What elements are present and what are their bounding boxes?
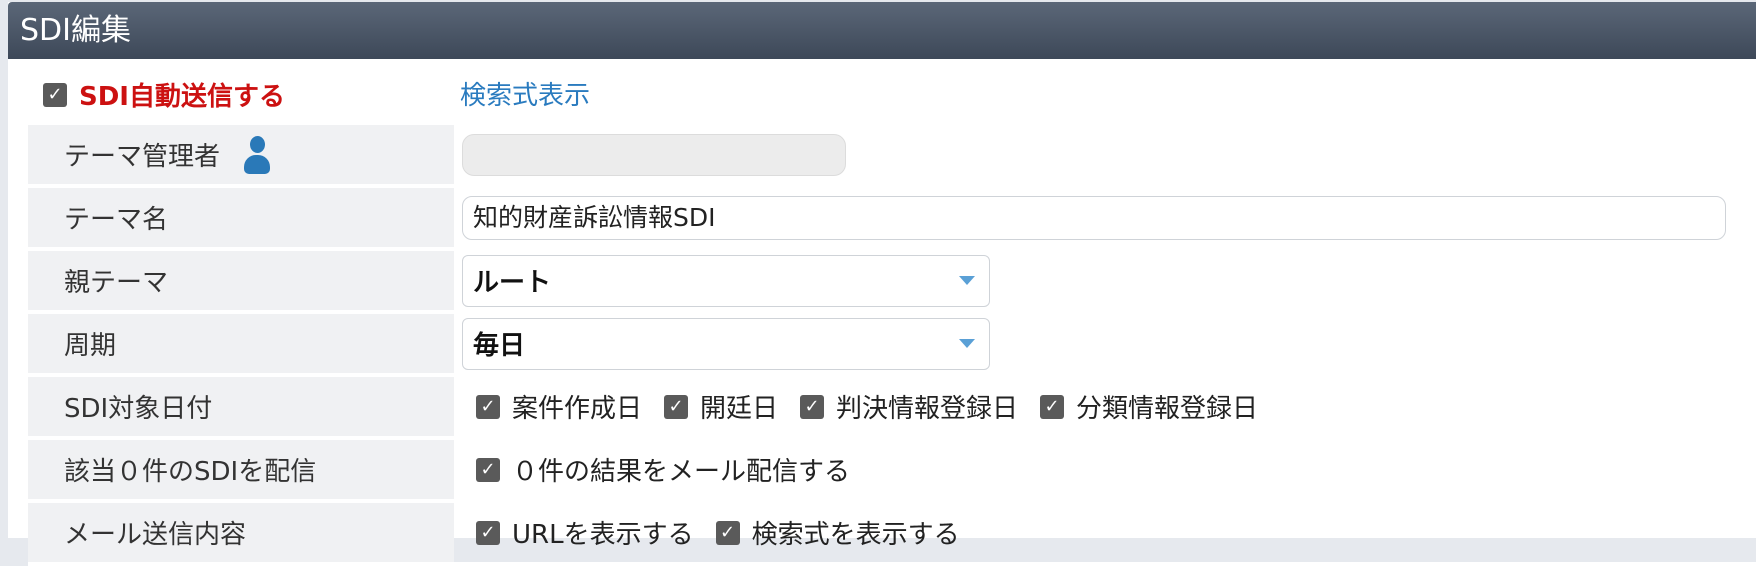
option-label: 案件作成日 bbox=[512, 394, 643, 424]
cycle-label: 周期 bbox=[28, 314, 454, 373]
theme-admin-input bbox=[462, 133, 846, 176]
checkbox-court-date[interactable]: ✓ bbox=[664, 394, 689, 419]
panel-title: SDI編集 bbox=[8, 2, 1756, 59]
option-label: 分類情報登録日 bbox=[1076, 394, 1259, 424]
parent-theme-select[interactable]: ルート bbox=[462, 254, 990, 307]
option-zero-results-mail[interactable]: ✓ ０件の結果をメール配信する bbox=[476, 451, 850, 488]
cycle-select[interactable]: 毎日 bbox=[462, 317, 990, 370]
option-label: 開廷日 bbox=[700, 394, 779, 424]
search-expression-link[interactable]: 検索式表示 bbox=[460, 75, 590, 112]
option-show-url[interactable]: ✓ URLを表示する bbox=[476, 514, 694, 551]
row-parent-theme: 親テーマ ルート bbox=[28, 251, 1756, 314]
user-icon[interactable] bbox=[244, 135, 271, 174]
mail-content-options: ✓ URLを表示する ✓ 検索式を表示する bbox=[462, 503, 1756, 562]
sdi-form: テーマ管理者 テーマ名 知的財産訴訟情報SDI 親テーマ ルート 周期 毎日 S… bbox=[28, 125, 1756, 566]
sdi-edit-panel: SDI編集 ✓ SDI自動送信する 検索式表示 テーマ管理者 テーマ名 知的財産… bbox=[8, 2, 1756, 566]
checkbox-case-created[interactable]: ✓ bbox=[476, 394, 500, 419]
option-label: 判決情報登録日 bbox=[836, 394, 1019, 424]
option-court-date[interactable]: ✓ 開廷日 bbox=[664, 388, 778, 425]
option-classification-registered[interactable]: ✓ 分類情報登録日 bbox=[1040, 388, 1258, 425]
row-theme-name: テーマ名 知的財産訴訟情報SDI bbox=[28, 188, 1756, 251]
row-target-dates: SDI対象日付 ✓ 案件作成日 ✓ 開廷日 ✓ 判決情報登録日 ✓ 分類情報登録… bbox=[28, 377, 1756, 440]
mail-content-label: メール送信内容 bbox=[28, 503, 454, 562]
chevron-down-icon bbox=[959, 275, 975, 285]
row-mail-content: メール送信内容 ✓ URLを表示する ✓ 検索式を表示する bbox=[28, 503, 1756, 566]
row-theme-admin: テーマ管理者 bbox=[28, 125, 1756, 188]
checkbox-zero-results-mail[interactable]: ✓ bbox=[476, 457, 500, 482]
theme-admin-label-cell: テーマ管理者 bbox=[28, 125, 454, 184]
option-label: ０件の結果をメール配信する bbox=[512, 457, 851, 487]
row-zero-results: 該当０件のSDIを配信 ✓ ０件の結果をメール配信する bbox=[28, 440, 1756, 503]
target-dates-options: ✓ 案件作成日 ✓ 開廷日 ✓ 判決情報登録日 ✓ 分類情報登録日 bbox=[462, 377, 1756, 436]
parent-theme-selected: ルート bbox=[473, 268, 552, 298]
theme-admin-label: テーマ管理者 bbox=[64, 142, 221, 172]
theme-name-input[interactable]: 知的財産訴訟情報SDI bbox=[462, 195, 1726, 240]
option-case-created[interactable]: ✓ 案件作成日 bbox=[476, 388, 642, 425]
checkbox-show-search-expression[interactable]: ✓ bbox=[715, 520, 740, 545]
option-label: 検索式を表示する bbox=[751, 520, 960, 550]
parent-theme-value-cell: ルート bbox=[462, 251, 1756, 310]
auto-send-label: SDI自動送信する bbox=[79, 82, 285, 112]
auto-send-checkbox[interactable]: ✓ bbox=[43, 82, 67, 107]
zero-results-label: 該当０件のSDIを配信 bbox=[28, 440, 454, 499]
theme-name-label: テーマ名 bbox=[28, 188, 454, 247]
auto-send-toggle[interactable]: ✓ SDI自動送信する bbox=[43, 76, 285, 113]
checkbox-show-url[interactable]: ✓ bbox=[476, 520, 500, 545]
cycle-value-cell: 毎日 bbox=[462, 314, 1756, 373]
option-judgment-registered[interactable]: ✓ 判決情報登録日 bbox=[800, 388, 1018, 425]
parent-theme-label: 親テーマ bbox=[28, 251, 454, 310]
option-show-search-expression[interactable]: ✓ 検索式を表示する bbox=[715, 514, 960, 551]
checkbox-classification-registered[interactable]: ✓ bbox=[1040, 394, 1065, 419]
cycle-selected: 毎日 bbox=[473, 331, 526, 361]
theme-admin-value-cell bbox=[462, 125, 1756, 184]
option-label: URLを表示する bbox=[512, 520, 694, 550]
checkbox-judgment-registered[interactable]: ✓ bbox=[800, 394, 825, 419]
chevron-down-icon bbox=[959, 338, 975, 348]
target-dates-label: SDI対象日付 bbox=[28, 377, 454, 436]
theme-name-value-cell: 知的財産訴訟情報SDI bbox=[462, 188, 1756, 247]
row-cycle: 周期 毎日 bbox=[28, 314, 1756, 377]
zero-results-options: ✓ ０件の結果をメール配信する bbox=[462, 440, 1756, 499]
